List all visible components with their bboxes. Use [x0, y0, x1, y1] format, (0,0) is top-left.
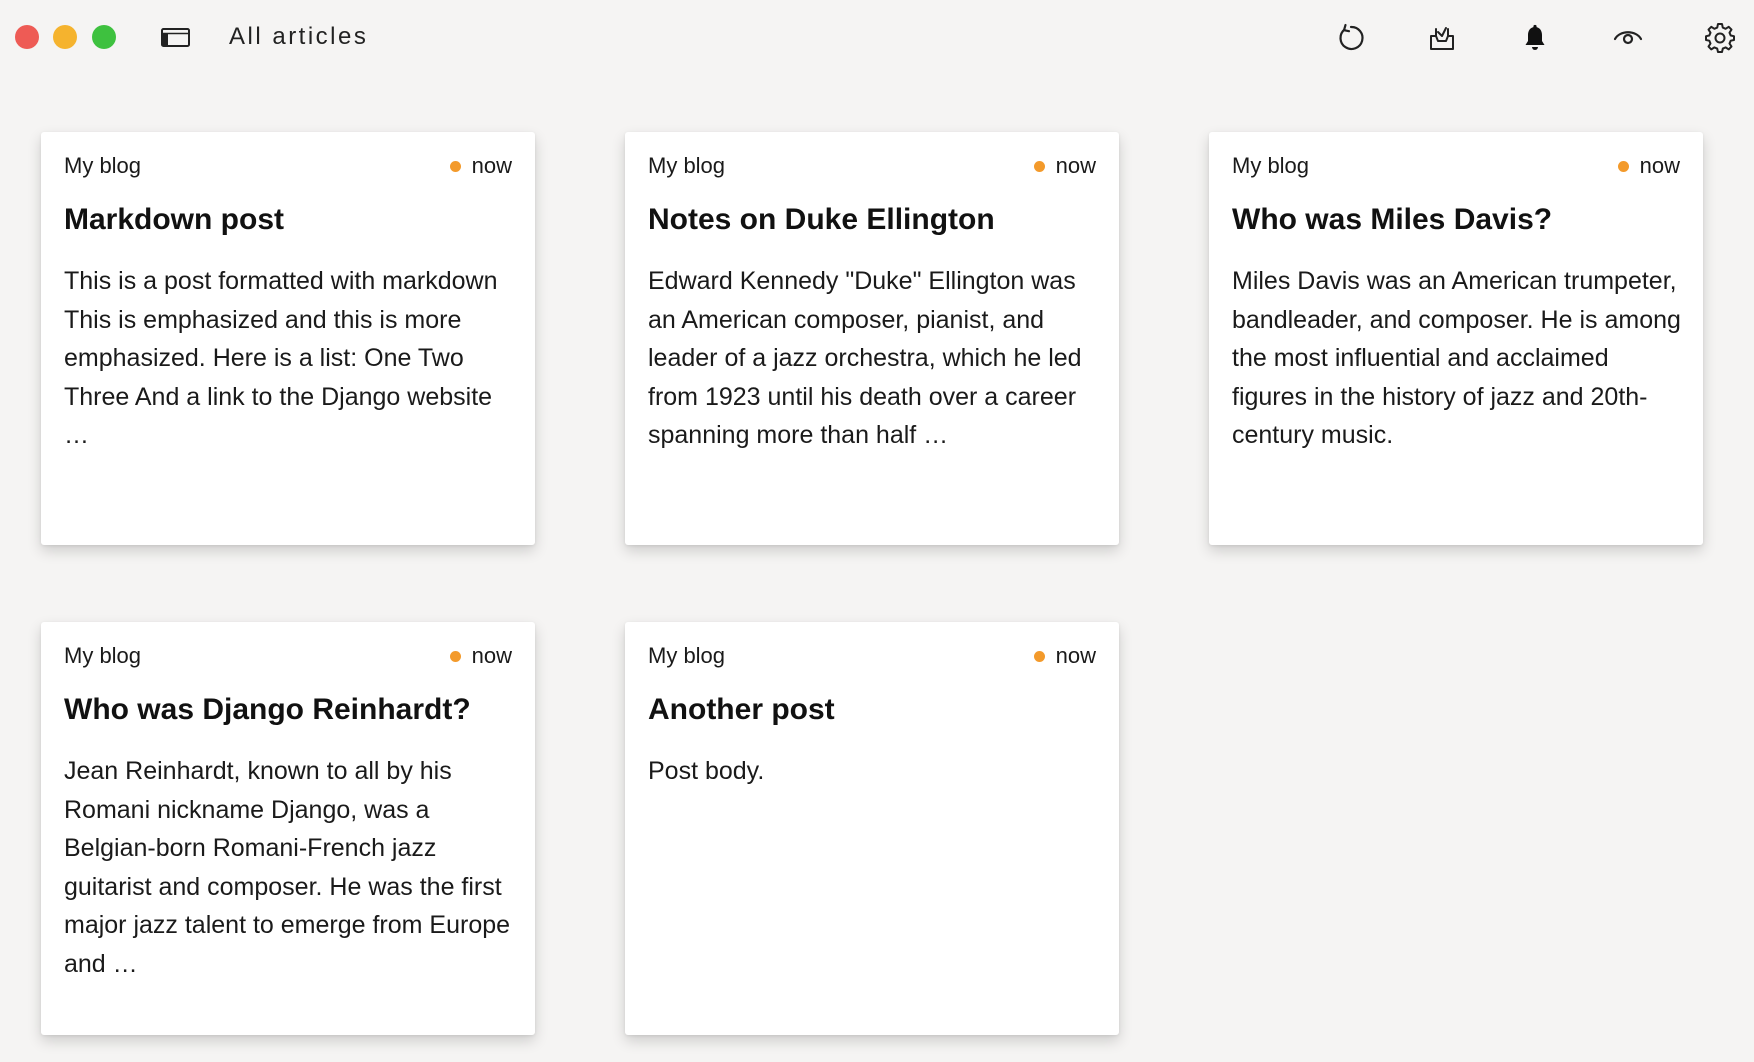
refresh-icon — [1335, 22, 1367, 54]
article-card[interactable]: My blog now Who was Miles Davis? Miles D… — [1209, 132, 1703, 545]
notifications-button[interactable] — [1517, 20, 1553, 56]
unread-dot — [449, 650, 461, 662]
article-excerpt: Edward Kennedy "Duke" Ellington was an A… — [648, 267, 1082, 449]
article-time: now — [449, 152, 512, 180]
zoom-window-button[interactable] — [92, 25, 116, 49]
view-button[interactable] — [1610, 20, 1646, 56]
article-card[interactable]: My blog now Markdown post This is a post… — [41, 132, 535, 545]
article-time: now — [449, 642, 512, 670]
window-title: All articles — [229, 23, 369, 50]
article-card[interactable]: My blog now Who was Django Reinhardt? Je… — [41, 622, 535, 1035]
sidebar-toggle-icon[interactable] — [160, 26, 192, 50]
inbox-icon — [1426, 22, 1458, 54]
settings-button[interactable] — [1702, 20, 1738, 56]
article-source: My blog — [64, 643, 142, 668]
article-title: Who was Django Reinhardt? — [64, 693, 471, 726]
unread-dot — [1617, 160, 1629, 172]
article-excerpt: Miles Davis was an American trumpeter, b… — [1232, 267, 1681, 449]
minimize-window-button[interactable] — [53, 25, 77, 49]
toolbar: All articles — [0, 0, 1754, 76]
close-window-button[interactable] — [15, 25, 39, 49]
gear-icon — [1704, 22, 1736, 54]
article-title: Notes on Duke Ellington — [648, 203, 995, 236]
article-title: Another post — [648, 693, 835, 726]
article-excerpt: Post body. — [648, 757, 765, 785]
article-time-label: now — [1055, 643, 1096, 668]
article-source: My blog — [648, 153, 726, 178]
article-time-label: now — [471, 643, 512, 668]
bell-icon — [1520, 23, 1550, 53]
article-card[interactable]: My blog now Notes on Duke Ellington Edwa… — [625, 132, 1119, 545]
refresh-button[interactable] — [1333, 20, 1369, 56]
unread-dot — [1033, 160, 1045, 172]
article-time: now — [1033, 642, 1096, 670]
article-source: My blog — [648, 643, 726, 668]
article-title: Markdown post — [64, 203, 285, 236]
article-excerpt: Jean Reinhardt, known to all by his Roma… — [64, 757, 511, 978]
article-title: Who was Miles Davis? — [1232, 203, 1553, 236]
unread-dot — [449, 160, 461, 172]
inbox-button[interactable] — [1424, 20, 1460, 56]
article-excerpt: This is a post formatted with markdown T… — [64, 267, 498, 449]
eye-icon — [1612, 22, 1644, 54]
article-card[interactable]: My blog now Another post Post body. — [625, 622, 1119, 1035]
article-time-label: now — [471, 153, 512, 178]
article-source: My blog — [64, 153, 142, 178]
article-time: now — [1033, 152, 1096, 180]
article-time: now — [1617, 152, 1680, 180]
article-time-label: now — [1055, 153, 1096, 178]
article-source: My blog — [1232, 153, 1310, 178]
article-time-label: now — [1639, 153, 1680, 178]
unread-dot — [1033, 650, 1045, 662]
